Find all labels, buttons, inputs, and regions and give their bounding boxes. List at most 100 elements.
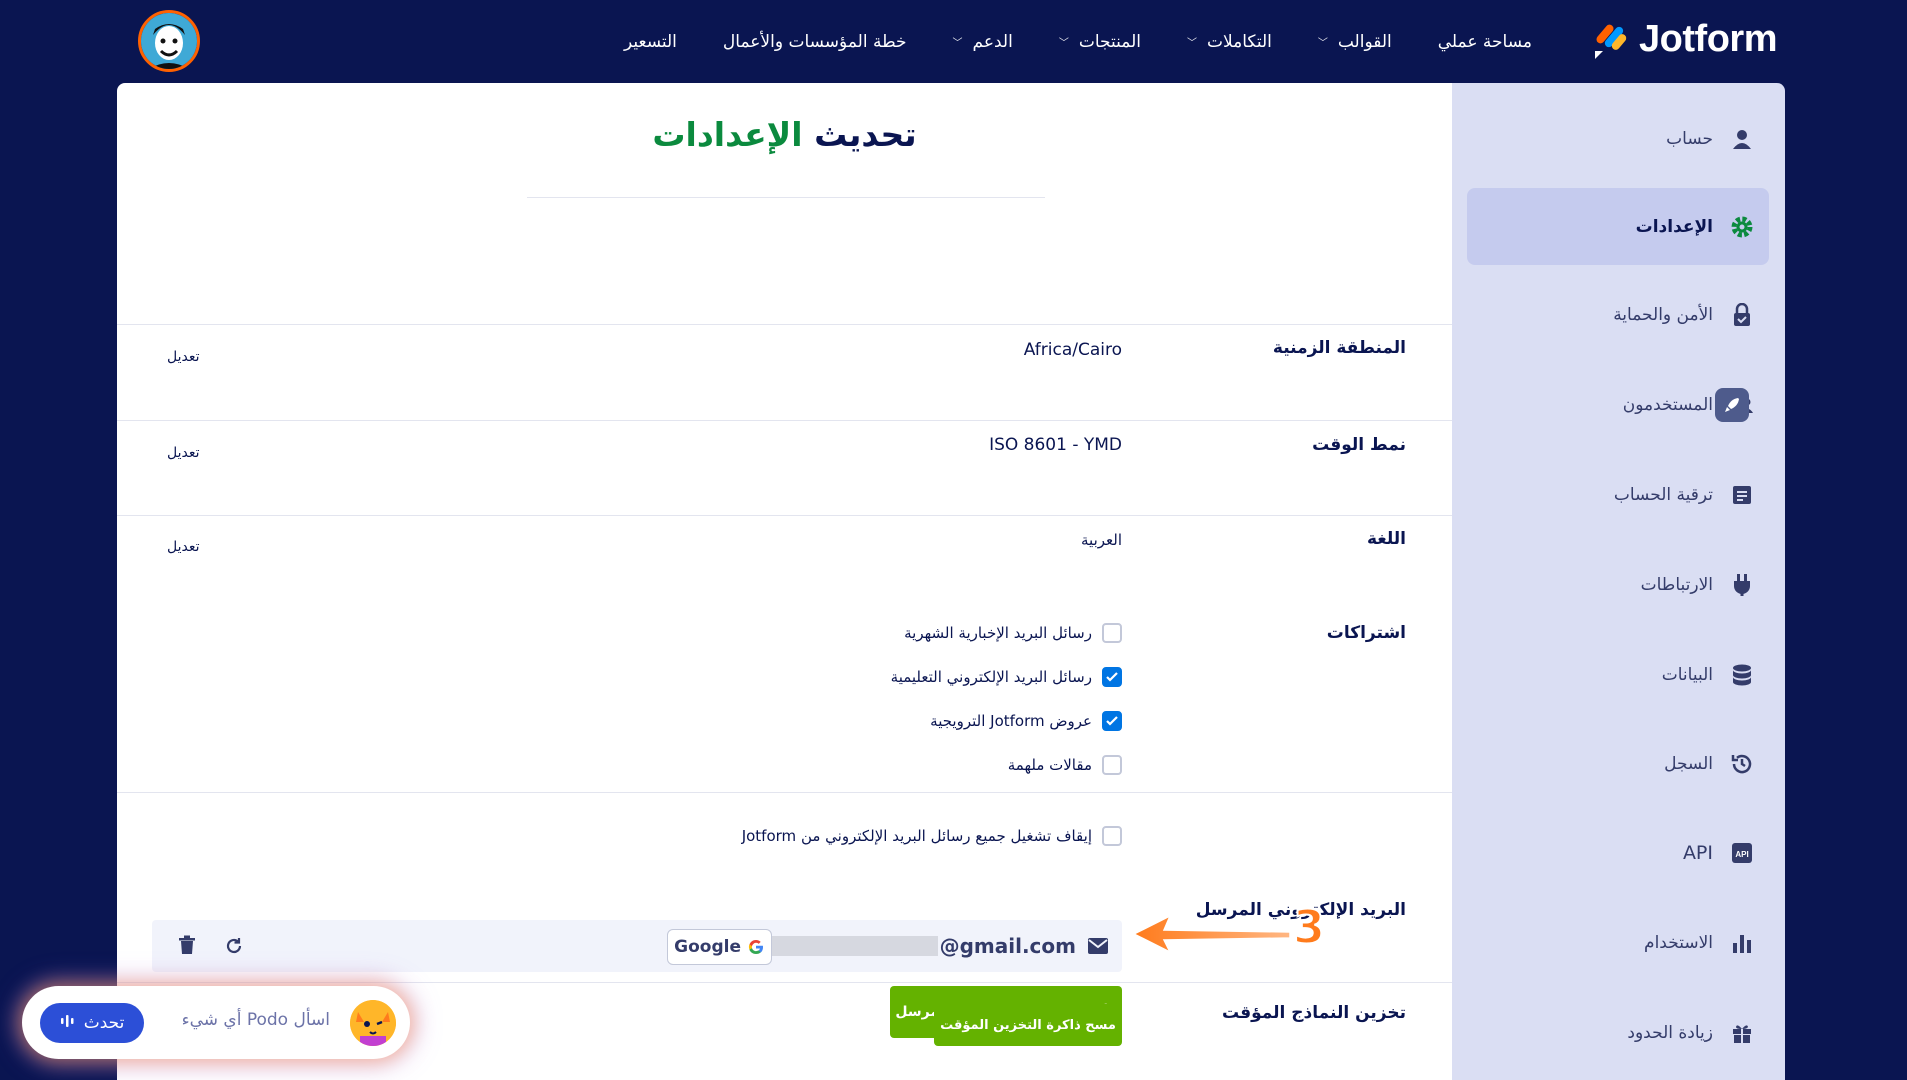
time-format-row: نمط الوقت ISO 8601 - YMD تعديل (117, 325, 1452, 461)
upgrade-icon (1729, 482, 1755, 508)
nav-pricing[interactable]: التسعير (624, 32, 677, 52)
page-title-part2: الإعدادات (652, 115, 803, 154)
chevron-down-icon: ﹀ (1187, 38, 1197, 49)
nav-label: التكاملات (1207, 31, 1272, 52)
refresh-icon[interactable] (224, 936, 244, 960)
envelope-icon (1088, 938, 1108, 958)
sidebar-item-history[interactable]: السجل (1467, 725, 1769, 802)
timezone-row: المنطقة الزمنية Africa/Cairo تعديل (117, 243, 1452, 365)
sender-email-address: @gmail.com (757, 934, 1076, 958)
subscription-inspiring-articles[interactable]: مقالات ملهمة (1008, 755, 1122, 775)
plug-icon (1729, 572, 1755, 598)
nav-label: المنتجات (1078, 31, 1141, 52)
checkbox-label: مقالات ملهمة (1007, 756, 1092, 774)
checkbox-checked[interactable] (1102, 667, 1122, 687)
sender-email-entry: @gmail.com Google (152, 920, 1122, 972)
gift-icon (1729, 1020, 1755, 1046)
subscription-monthly-newsletter[interactable]: رسائل البريد الإخبارية الشهرية (904, 623, 1122, 643)
avatar-image (141, 13, 197, 69)
page-title: تحديث الإعدادات (117, 115, 1452, 154)
sidebar-item-users[interactable]: المستخدمون (1467, 366, 1769, 443)
nav-support[interactable]: الدعم ﹀ (953, 32, 1013, 52)
nav-integrations[interactable]: التكاملات ﹀ (1187, 32, 1272, 52)
subscription-promotional-offers[interactable]: عروض Jotform الترويجية (930, 711, 1122, 731)
lock-icon (1729, 302, 1755, 328)
voice-icon (60, 1013, 76, 1034)
rocket-icon[interactable] (1715, 387, 1749, 422)
main-menu: مساحة عملي القوالب ﹀ التكاملات ﹀ المنتجات ﹀… (624, 0, 1532, 83)
language-row: اللغة العربية تعديل (117, 421, 1452, 555)
nav-products[interactable]: المنتجات ﹀ (1059, 32, 1141, 52)
form-cache-label: تخزين النماذج المؤقت (1221, 1003, 1406, 1023)
checkbox-label: رسائل البريد الإلكتروني التعليمية (890, 668, 1092, 686)
sidebar-item-label: الارتباطات (1640, 574, 1713, 595)
nav-label: القوالب (1337, 31, 1392, 52)
subscriptions-label: اشتراكات (1326, 623, 1406, 643)
user-avatar[interactable] (138, 10, 200, 72)
sidebar-item-api[interactable]: API API (1467, 814, 1769, 891)
sidebar-item-label: ترقية الحساب (1613, 484, 1713, 505)
page-title-part1: تحديث (814, 115, 917, 154)
nav-label: الدعم (972, 31, 1013, 52)
user-icon (1729, 126, 1755, 152)
nav-enterprise[interactable]: خطة المؤسسات والأعمال (723, 32, 907, 52)
sidebar-item-data[interactable]: البيانات (1467, 636, 1769, 713)
trash-icon[interactable] (178, 935, 196, 959)
podo-avatar (350, 1000, 396, 1046)
sidebar-item-label: الإعدادات (1635, 216, 1713, 237)
nav-label: خطة المؤسسات والأعمال (722, 31, 907, 52)
sidebar-item-integrations[interactable]: الارتباطات (1467, 546, 1769, 623)
jotform-logo[interactable]: Jotform (1593, 18, 1777, 61)
sidebar-item-security[interactable]: الأمن والحماية (1467, 276, 1769, 353)
sidebar-item-label: زيادة الحدود (1627, 1022, 1713, 1043)
nav-templates[interactable]: القوالب ﹀ (1318, 32, 1392, 52)
nav-my-workspace[interactable]: مساحة عملي (1438, 32, 1532, 52)
sidebar-item-label: البيانات (1661, 664, 1713, 685)
subscription-educational-emails[interactable]: رسائل البريد الإلكتروني التعليمية (891, 667, 1122, 687)
sidebar-item-usage[interactable]: الاستخدام (1467, 904, 1769, 981)
redacted-block (757, 936, 938, 956)
gear-icon (1729, 214, 1755, 240)
sidebar-item-label: API (1682, 841, 1713, 864)
talk-button[interactable]: تحدث (40, 1003, 144, 1043)
sidebar-item-label: حساب (1666, 128, 1713, 149)
settings-sidebar: حساب الإعدادات الأمن والحماية المستخدمون… (1452, 83, 1785, 1080)
nav-label: مساحة عملي (1437, 31, 1532, 52)
sidebar-item-label: المستخدمون (1622, 394, 1713, 415)
sidebar-item-label: السجل (1664, 753, 1713, 774)
checkbox[interactable] (1102, 755, 1122, 775)
google-icon (748, 940, 763, 954)
podo-assistant-bar[interactable]: اسأل Podo أي شيء تحدث (22, 986, 410, 1059)
sidebar-item-settings[interactable]: الإعدادات (1467, 188, 1769, 265)
jotform-logo-icon (1595, 24, 1627, 59)
email-suffix: @gmail.com (939, 934, 1076, 958)
sidebar-item-label: الأمن والحماية (1613, 304, 1713, 325)
checkbox-label: رسائل البريد الإخبارية الشهرية (904, 624, 1092, 642)
chevron-down-icon: ﹀ (1317, 38, 1328, 49)
title-divider (527, 197, 1045, 198)
sidebar-item-upgrade[interactable]: ترقية الحساب (1467, 456, 1769, 533)
svg-text:API: API (1735, 850, 1748, 859)
history-icon (1729, 751, 1755, 777)
checkbox-checked[interactable] (1102, 711, 1122, 731)
sidebar-item-account[interactable]: حساب (1467, 100, 1769, 177)
subscriptions-row: اشتراكات رسائل البريد الإخبارية الشهرية … (117, 516, 1452, 846)
google-badge: Google (667, 929, 772, 965)
talk-button-label: تحدث (83, 1013, 125, 1033)
sidebar-item-increase-limits[interactable]: زيادة الحدود (1467, 994, 1769, 1071)
bar-chart-icon (1729, 930, 1755, 956)
checkbox[interactable] (1102, 623, 1122, 643)
podo-prompt[interactable]: اسأل Podo أي شيء (182, 1010, 330, 1030)
top-navbar: Jotform مساحة عملي القوالب ﹀ التكاملات ﹀ ا… (0, 0, 1907, 83)
api-icon: API (1729, 840, 1755, 866)
brand-name: Jotform (1639, 18, 1777, 60)
checkbox-label: عروض Jotform الترويجية (930, 712, 1092, 730)
sidebar-item-label: الاستخدام (1644, 932, 1713, 953)
database-icon (1729, 662, 1755, 688)
nav-label: التسعير (624, 31, 677, 52)
chevron-down-icon: ﹀ (1058, 38, 1069, 49)
clear-cache-button[interactable]: مسح ذاكرة التخزين المؤقت (934, 1004, 1122, 1046)
google-label: Google (674, 937, 741, 957)
chevron-down-icon: ﹀ (952, 38, 963, 49)
annotation-arrow (1132, 912, 1292, 960)
